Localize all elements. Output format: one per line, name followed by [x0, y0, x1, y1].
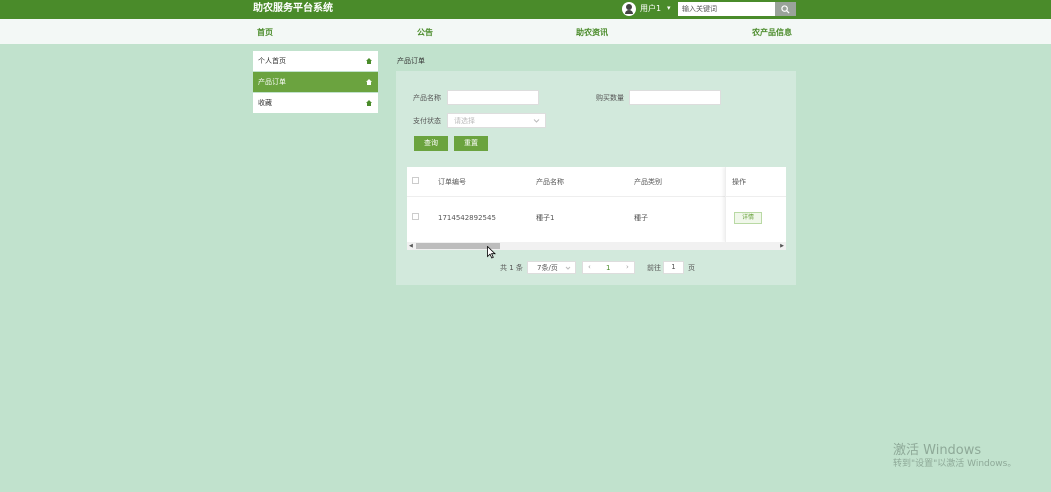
product-name-cell: 種子1 — [536, 214, 555, 222]
sidebar-item-personal-home[interactable]: 个人首页 — [253, 51, 378, 71]
category-cell: 種子 — [634, 214, 648, 222]
pay-status-label: 支付状态 — [413, 117, 441, 125]
search-input[interactable] — [678, 2, 775, 16]
order-no-cell: 1714542892545 — [438, 214, 496, 222]
sidebar-item-favorites[interactable]: 收藏 — [253, 93, 378, 113]
query-button[interactable]: 查询 — [414, 136, 448, 151]
site-title: 助农服务平台系统 — [253, 3, 333, 14]
chevron-down-icon — [565, 266, 571, 270]
home-icon — [366, 100, 372, 106]
nav-item-notice[interactable]: 公告 — [417, 28, 433, 38]
pay-status-select[interactable]: 请选择 — [447, 113, 546, 128]
scroll-left-icon[interactable]: ◀ — [409, 244, 413, 249]
header-divider — [407, 196, 725, 197]
username-label[interactable]: 用户1 — [640, 4, 661, 14]
select-all-checkbox[interactable] — [412, 177, 419, 184]
main-nav: 首页 公告 助农资讯 农产品信息 — [0, 19, 1051, 44]
windows-watermark-title: 激活 Windows — [893, 443, 982, 458]
product-name-input[interactable] — [447, 90, 539, 105]
sidebar: 个人首页 产品订单 收藏 — [253, 51, 378, 114]
sidebar-item-label: 收藏 — [258, 99, 272, 107]
top-bar: 助农服务平台系统 用户1 ▾ — [0, 0, 1051, 19]
page-title: 产品订单 — [397, 57, 425, 65]
horizontal-scrollbar[interactable]: ◀ ▶ — [407, 242, 786, 250]
chevron-down-icon — [533, 119, 540, 123]
nav-item-home[interactable]: 首页 — [257, 28, 273, 38]
home-icon — [366, 58, 372, 64]
goto-page-input[interactable]: 1 — [663, 261, 684, 274]
home-icon — [366, 79, 372, 85]
mouse-cursor-icon — [487, 246, 496, 259]
quantity-label: 购买数量 — [596, 94, 624, 102]
row-checkbox[interactable] — [412, 213, 419, 220]
caret-down-icon[interactable]: ▾ — [667, 3, 671, 13]
prev-page-icon[interactable]: ‹ — [588, 262, 591, 273]
nav-item-news[interactable]: 助农资讯 — [576, 28, 608, 38]
page-size-select[interactable]: 7条/页 — [527, 261, 576, 274]
pager: ‹ 1 › — [582, 261, 635, 274]
column-header-category: 产品类别 — [634, 178, 662, 186]
page-unit-label: 页 — [688, 264, 695, 272]
user-avatar-icon[interactable] — [622, 2, 636, 16]
search-icon — [781, 4, 790, 14]
search-button[interactable] — [775, 2, 796, 16]
windows-watermark-subtitle: 转到"设置"以激活 Windows。 — [893, 459, 1017, 469]
product-name-label: 产品名称 — [413, 94, 441, 102]
main-panel: 产品名称 购买数量 支付状态 请选择 查询 重置 订单编号 产品名称 产品类别 … — [396, 71, 796, 285]
total-count: 共 1 条 — [500, 264, 523, 272]
orders-table: 订单编号 产品名称 产品类别 1714542892545 種子1 種子 操作 详… — [407, 167, 786, 250]
nav-item-products[interactable]: 农产品信息 — [752, 28, 792, 38]
action-column: 操作 详情 — [725, 167, 786, 242]
sidebar-item-label: 个人首页 — [258, 57, 286, 65]
header-divider — [726, 196, 786, 197]
next-page-icon[interactable]: › — [626, 262, 629, 273]
scroll-right-icon[interactable]: ▶ — [780, 244, 784, 249]
quantity-input[interactable] — [629, 90, 721, 105]
sidebar-item-label: 产品订单 — [258, 78, 286, 86]
sidebar-item-product-orders[interactable]: 产品订单 — [253, 72, 378, 92]
current-page[interactable]: 1 — [606, 263, 610, 274]
column-header-order-no: 订单编号 — [438, 178, 466, 186]
column-header-action: 操作 — [732, 178, 746, 186]
page-size-value: 7条/页 — [537, 264, 558, 272]
column-header-product-name: 产品名称 — [536, 178, 564, 186]
detail-button[interactable]: 详情 — [734, 212, 762, 224]
goto-label: 前往 — [647, 264, 661, 272]
reset-button[interactable]: 重置 — [454, 136, 488, 151]
select-placeholder: 请选择 — [454, 117, 475, 125]
